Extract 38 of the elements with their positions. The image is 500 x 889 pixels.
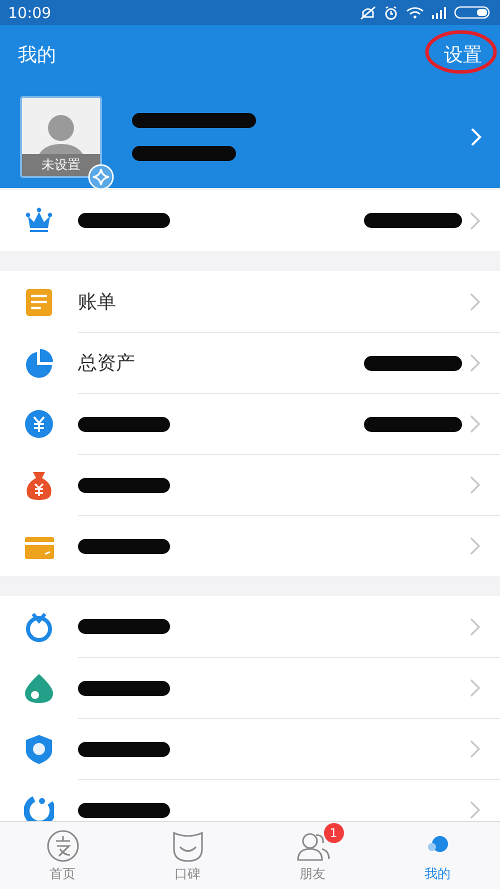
chevron-icon [470, 537, 480, 555]
figure-icon [24, 794, 54, 821]
tab[interactable]: 1 朋友 [250, 822, 375, 889]
row-label: 总资产 [78, 351, 135, 376]
tab[interactable]: 首页 [0, 822, 125, 889]
chevron-icon [470, 415, 480, 433]
chevron-icon [470, 212, 480, 230]
tab[interactable]: 口碑 [125, 822, 250, 889]
page-title: 我的 [18, 43, 56, 68]
money-bag-icon [24, 470, 54, 500]
chevron-icon [470, 476, 480, 494]
alarm-icon [384, 4, 398, 20]
menu-row[interactable]: 账单 [0, 271, 500, 332]
chevron-icon[interactable] [470, 126, 482, 146]
menu-row[interactable]: 总资产 [0, 332, 500, 393]
muted-bell-icon [360, 4, 376, 20]
battery-icon [454, 6, 490, 19]
avatar-caption: 未设置 [22, 154, 100, 176]
row-label: 账单 [78, 290, 116, 314]
chevron-icon [470, 292, 480, 310]
shield-icon [24, 734, 54, 764]
chevron-icon [470, 801, 480, 819]
signal-icon [432, 6, 446, 19]
notification-badge: 1 [324, 822, 344, 842]
drop-icon [24, 672, 54, 702]
yuan-coin-icon [24, 408, 54, 438]
chevron-icon [470, 354, 480, 372]
clock-time: 10:09 [8, 4, 52, 22]
chevron-icon [470, 679, 480, 697]
document-icon [24, 286, 54, 316]
chevron-icon [470, 740, 480, 758]
avatar[interactable]: 未设置 [20, 96, 102, 178]
pie-chart-icon [24, 348, 54, 378]
clock-icon [24, 612, 54, 642]
circle-icon [46, 828, 80, 862]
wifi-icon [406, 6, 424, 20]
tab[interactable]: 我的 [375, 822, 500, 889]
chevron-icon [470, 618, 480, 636]
